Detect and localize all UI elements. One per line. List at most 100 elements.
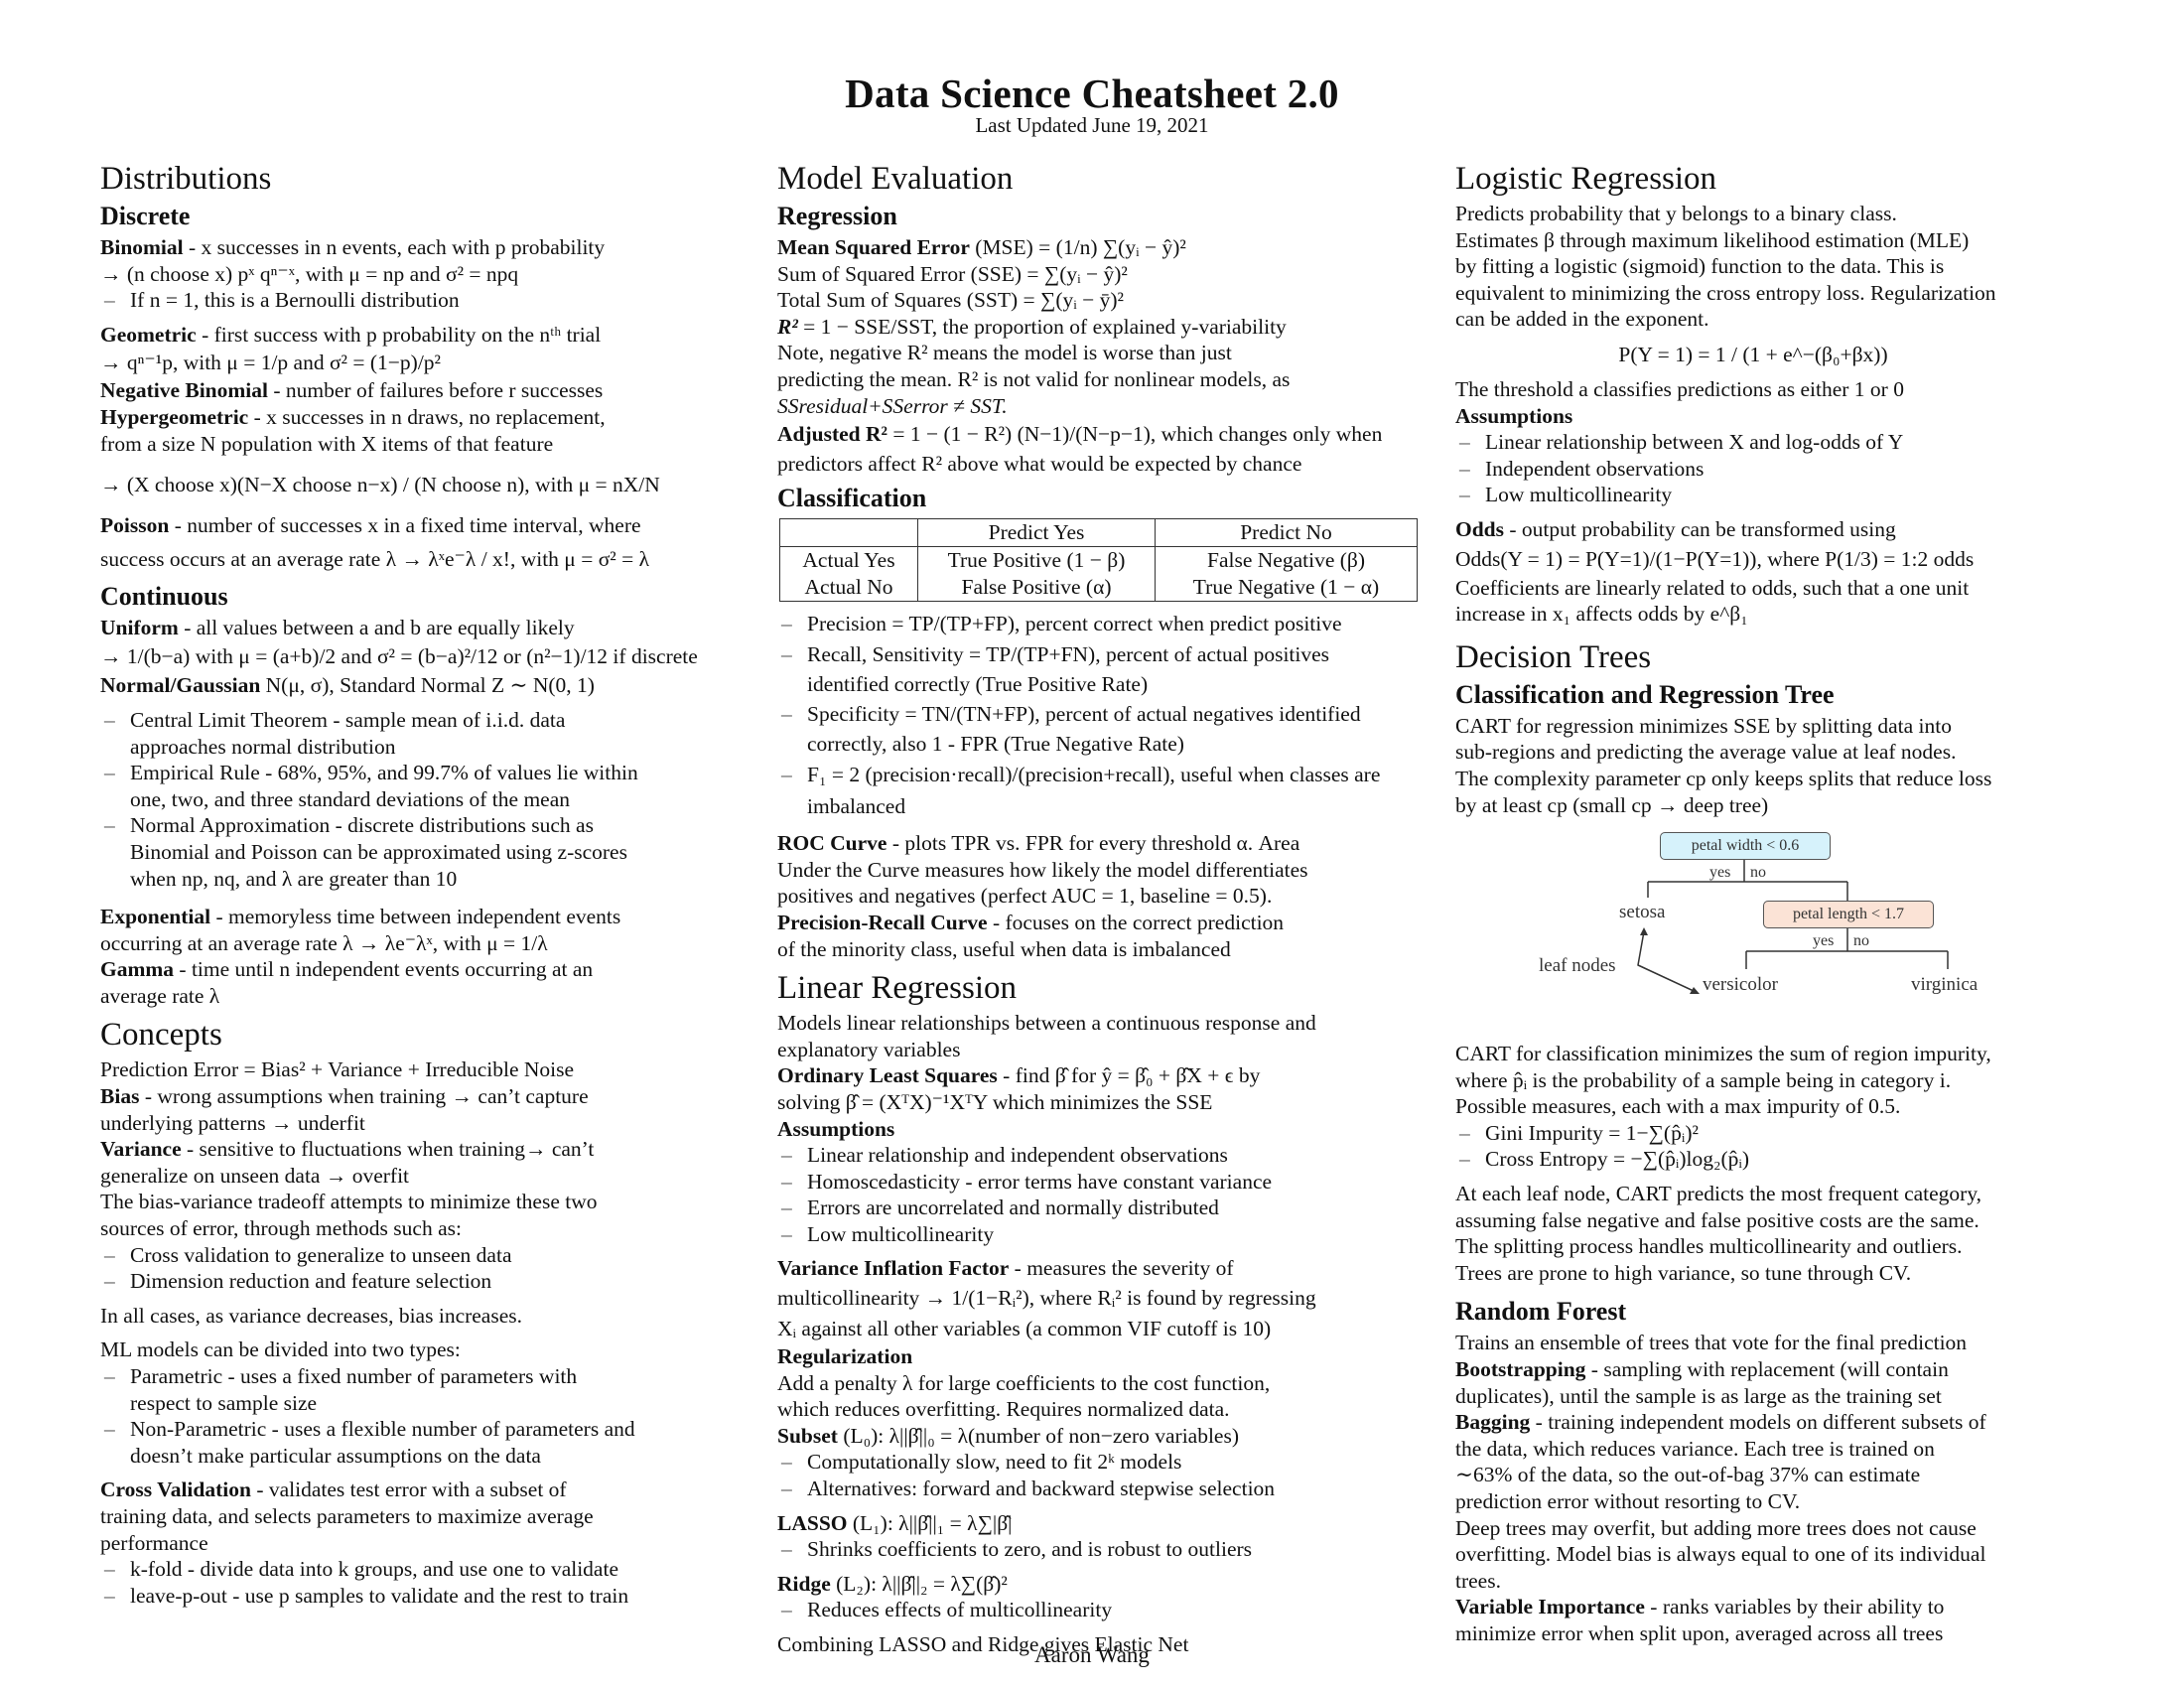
bullet-line: Specificity = TN/(TN+FP), percent of act… <box>807 702 1361 727</box>
bullet-line: Recall, Sensitivity = TP/(TP+FN), percen… <box>807 642 1330 667</box>
bullet-line: Central Limit Theorem - sample mean of i… <box>130 707 566 732</box>
logistic-intro-1: Predicts probability that y belongs to a… <box>1455 202 1897 225</box>
term-mse: Mean Squared Error <box>777 235 970 259</box>
list-item: Non-Parametric - uses a flexible number … <box>100 1416 755 1469</box>
all-cases: In all cases, as variance decreases, bia… <box>100 1303 523 1328</box>
term-vif: Variance Inflation Factor <box>777 1256 1010 1281</box>
bagging-line-3: ∼63% of the data, so the out-of-bag 37% … <box>1455 1463 1921 1487</box>
leaf-versicolor: versicolor <box>1703 974 1778 996</box>
bullet-line: Precision = TP/(TP+FP), percent correct … <box>807 612 1342 636</box>
bullet-line: identified correctly (True Positive Rate… <box>807 672 1149 697</box>
list-item: Normal Approximation - discrete distribu… <box>100 812 755 892</box>
table-cell: Actual Yes <box>779 546 918 575</box>
sse-line: Sum of Squared Error (SSE) = ∑(yᵢ − ŷ)² <box>777 261 1128 286</box>
list-item: Linear relationship between X and log-od… <box>1455 429 2111 456</box>
section-heading-distributions: Distributions <box>100 161 272 197</box>
poisson-line-1: Poisson - number of successes x in a fix… <box>100 512 755 539</box>
bullet-line: one, two, and three standard deviations … <box>130 786 570 811</box>
odds-line-4: increase in x₁ affects odds by e^β₁ <box>1455 602 1748 627</box>
vif-line-3: Xᵢ against all other variables (a common… <box>777 1317 1272 1341</box>
cart-leaf-4: Trees are prone to high variance, so tun… <box>1455 1260 1912 1285</box>
negative-binomial-desc: - number of failures before r successes <box>268 378 604 403</box>
variance-line-1: Variance - sensitive to fluctuations whe… <box>100 1136 755 1163</box>
section-heading-linear-regression: Linear Regression <box>777 970 1018 1007</box>
subsection-heading-cart: Classification and Regression Tree <box>1455 679 1835 709</box>
cart-leaf-3: The splitting process handles multicolli… <box>1455 1234 1963 1259</box>
logistic-intro-2: Estimates β through maximum likelihood e… <box>1455 227 1970 252</box>
logistic-assumptions-heading: Assumptions <box>1455 403 1573 428</box>
table-cell: Actual No <box>779 574 918 603</box>
term-cross-validation: Cross Validation <box>100 1477 251 1502</box>
leaf-virginica: virginica <box>1911 974 1979 996</box>
bias-line-1: Bias - wrong assumptions when training →… <box>100 1083 755 1110</box>
hypergeometric-line-2: from a size N population with X items of… <box>100 431 554 456</box>
term-bias: Bias <box>100 1084 140 1109</box>
subset-formula: (L₀): λ||β̂||₀ = λ(number of non−zero va… <box>837 1423 1240 1448</box>
list-item: Specificity = TN/(TN+FP), percent of act… <box>777 699 1433 759</box>
lr-intro-2: explanatory variables <box>777 1037 961 1061</box>
header-cell <box>779 518 918 548</box>
tree-inner-node: petal length < 1.7 <box>1763 901 1934 929</box>
roc-desc: - plots TPR vs. FPR for every threshold … <box>887 831 1300 856</box>
variance-line-2: generalize on unseen data → overfit <box>100 1163 410 1188</box>
list-item: Cross Entropy = −∑(p̂ᵢ)log₂(p̂ᵢ) <box>1455 1146 2111 1173</box>
cart-class-1: CART for classification minimizes the su… <box>1455 1042 1991 1066</box>
r2-desc: = 1 − SSE/SST, the proportion of explain… <box>797 314 1287 339</box>
term-pr-curve: Precision-Recall Curve <box>777 910 988 934</box>
rf-intro: Trains an ensemble of trees that vote fo… <box>1455 1331 1968 1355</box>
cross-validation-line-2: training data, and selects parameters to… <box>100 1503 594 1528</box>
cart-leaf-2: assuming false negative and false positi… <box>1455 1207 1979 1232</box>
hypergeometric-line-1: Hypergeometric - x successes in n draws,… <box>100 404 755 431</box>
vif-line-2: multicollinearity → 1/(1−Rᵢ²), where Rᵢ²… <box>777 1286 1316 1311</box>
list-item: Empirical Rule - 68%, 95%, and 99.7% of … <box>100 760 755 812</box>
exponential-formula: occurring at an average rate λ → λe⁻λˣ, … <box>100 930 548 955</box>
sst-line: Total Sum of Squares (SST) = ∑(yᵢ − ȳ)² <box>777 288 1125 313</box>
list-item: Precision = TP/(TP+FP), percent correct … <box>777 608 1433 639</box>
term-negative-binomial: Negative Binomial <box>100 378 268 403</box>
normal-line: Normal/Gaussian N(μ, σ), Standard Normal… <box>100 672 755 699</box>
odds-line-1: Odds - output probability can be transfo… <box>1455 516 2111 543</box>
tradeoff-line-2: sources of error, through methods such a… <box>100 1216 462 1241</box>
page-title: Data Science Cheatsheet 2.0 <box>845 70 1339 116</box>
ols-line-2: solving β̂ = (XᵀX)⁻¹XᵀY which minimizes … <box>777 1089 1213 1114</box>
column-3: Logistic Regression Predicts probability… <box>1455 159 2111 1647</box>
deep-trees-2: overfitting. Model bias is always equal … <box>1455 1542 1986 1567</box>
odds-line-3: Coefficients are linearly related to odd… <box>1455 575 1970 600</box>
ridge-formula: (L₂): λ||β̂||₂ = λ∑(β̂)² <box>830 1571 1008 1596</box>
term-r2: R² <box>777 314 798 339</box>
bullet-line: doesn’t make particular assumptions on t… <box>130 1443 541 1468</box>
header-cell: Predict No <box>1155 518 1418 548</box>
tree-root-node: petal width < 0.6 <box>1660 832 1831 861</box>
bullet-line: approaches normal distribution <box>130 734 396 759</box>
list-item: If n = 1, this is a Bernoulli distributi… <box>100 287 755 314</box>
gamma-line-1: Gamma - time until n independent events … <box>100 956 755 983</box>
list-item: Gini Impurity = 1−∑(p̂ᵢ)² <box>1455 1120 2111 1147</box>
table-row: Actual No False Positive (α) True Negati… <box>779 574 1418 603</box>
gamma-line-2: average rate λ <box>100 983 220 1008</box>
list-item: Linear relationship and independent obse… <box>777 1142 1433 1169</box>
bias-line-2: underlying patterns → underfit <box>100 1110 365 1135</box>
cart-intro-2: sub-regions and predicting the average v… <box>1455 740 1957 765</box>
pr-line-1: Precision-Recall Curve - focuses on the … <box>777 910 1433 936</box>
adjusted-r2-line-1: Adjusted R² = 1 − (1 − R²) (N−1)/(N−p−1)… <box>777 419 1433 449</box>
ridge-line: Ridge (L₂): λ||β̂||₂ = λ∑(β̂)² <box>777 1571 1433 1598</box>
column-1: Distributions Discrete Binomial - x succ… <box>100 159 755 1609</box>
edge-label-yes: yes <box>1709 864 1731 882</box>
table-cell: True Positive (1 − β) <box>917 546 1156 575</box>
adjusted-r2-line-2: predictors affect R² above what would be… <box>777 452 1302 477</box>
r2-note-3: SSresidual+SSerror ≠ SST. <box>777 393 1008 418</box>
regularization-heading: Regularization <box>777 1344 913 1369</box>
exponential-line-1: Exponential - memoryless time between in… <box>100 904 755 930</box>
bullet-line: Normal Approximation - discrete distribu… <box>130 813 594 838</box>
cart-class-2: where p̂ᵢ is the probability of a sample… <box>1455 1067 1952 1092</box>
term-odds: Odds <box>1455 516 1505 541</box>
ml-types-intro: ML models can be divided into two types: <box>100 1337 461 1362</box>
roc-line-2: Under the Curve measures how likely the … <box>777 857 1308 882</box>
geometric-line-1: Geometric - first success with p probabi… <box>100 322 755 349</box>
list-item: Central Limit Theorem - sample mean of i… <box>100 707 755 760</box>
r2-note-1: Note, negative R² means the model is wor… <box>777 341 1232 365</box>
binomial-formula: → (n choose x) pˣ qⁿ⁻ˣ, with μ = np and … <box>100 261 519 286</box>
bullet-line: Empirical Rule - 68%, 95%, and 99.7% of … <box>130 761 638 785</box>
regularization-line-2: which reduces overfitting. Requires norm… <box>777 1397 1230 1422</box>
confusion-matrix: Predict Yes Predict No Actual Yes True P… <box>779 518 1418 603</box>
